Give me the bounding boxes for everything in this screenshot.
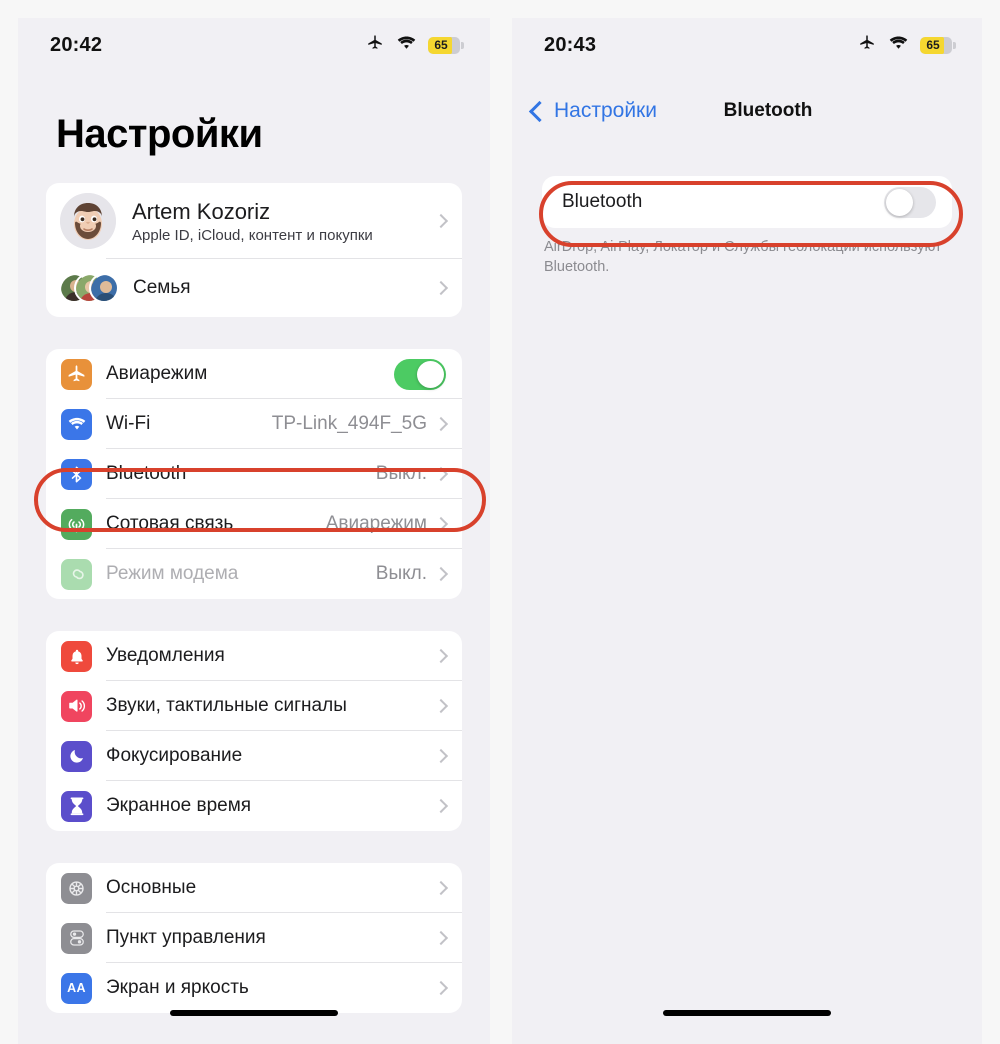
chevron-right-icon [433,213,449,229]
chevron-right-icon [433,280,449,296]
row-general[interactable]: Основные [46,863,462,913]
bluetooth-screen: 20:43 65 Настройки Bluetooth Bluetooth A… [512,18,982,1044]
bluetooth-footnote: AirDrop, AirPlay, Локатор и Службы геоло… [544,239,942,275]
chevron-right-icon [433,748,449,764]
row-label: Основные [106,877,197,898]
row-bluetooth-toggle[interactable]: Bluetooth [542,176,952,228]
bluetooth-group: Bluetooth [542,176,952,228]
row-airplane-mode[interactable]: Авиарежим [46,349,462,399]
dual-screenshot-stage: 20:42 65 Настройки Artem Kozoriz Apple I… [0,0,1000,1044]
chevron-right-icon [433,566,449,582]
row-label: Уведомления [106,645,225,666]
cellular-icon [61,508,92,540]
row-value: Авиарежим [325,513,427,534]
page-title: Настройки [56,112,263,156]
status-time: 20:42 [50,33,103,56]
row-label: Wi-Fi [106,413,151,434]
row-value: Выкл. [375,563,427,584]
chevron-right-icon [433,930,449,946]
row-label: Фокусирование [106,745,243,766]
navigation-bar: Настройки Bluetooth [512,84,982,138]
row-label: Режим модема [106,563,239,584]
home-indicator [663,1010,831,1016]
account-name: Artem Kozoriz [132,198,271,224]
row-wifi[interactable]: Wi-Fi TP-Link_494F_5G [46,399,462,449]
settings-screen: 20:42 65 Настройки Artem Kozoriz Apple I… [18,18,490,1044]
row-control-center[interactable]: Пункт управления [46,913,462,963]
account-group: Artem Kozoriz Apple ID, iCloud, контент … [46,183,462,317]
bluetooth-label: Bluetooth [562,191,643,212]
row-label: Экран и яркость [106,977,249,998]
chevron-right-icon [433,648,449,664]
row-screen-time[interactable]: Экранное время [46,781,462,831]
display-aa-icon: AA [61,972,92,1004]
hotspot-icon [61,558,92,590]
row-focus[interactable]: Фокусирование [46,731,462,781]
status-time: 20:43 [544,33,597,56]
airplane-mode-icon [365,34,385,57]
wifi-icon [396,35,417,56]
status-bar-left: 20:42 65 [18,18,490,64]
control-center-icon [61,922,92,954]
row-label: Сотовая связь [106,513,234,534]
status-indicators: 65 [857,34,956,57]
bluetooth-icon [61,458,92,490]
chevron-right-icon [433,798,449,814]
battery-indicator: 65 [919,36,956,54]
row-personal-hotspot[interactable]: Режим модема Выкл. [46,549,462,599]
row-label: Bluetooth [106,463,187,484]
account-subtitle: Apple ID, iCloud, контент и покупки [132,226,373,244]
notifications-group: Уведомления Звуки, тактильные сигналы Фо… [46,631,462,831]
chevron-right-icon [433,466,449,482]
home-indicator [170,1010,338,1016]
row-label: Авиарежим [106,363,208,384]
wifi-icon [61,408,92,440]
chevron-right-icon [433,416,449,432]
row-sounds-haptics[interactable]: Звуки, тактильные сигналы [46,681,462,731]
airplane-mode-toggle[interactable] [394,358,446,390]
row-value: Выкл. [375,463,427,484]
row-label: Пункт управления [106,927,266,948]
status-bar-right: 20:43 65 [512,18,982,64]
chevron-left-icon [528,100,551,123]
family-label: Семья [133,277,191,298]
chevron-right-icon [433,516,449,532]
row-notifications[interactable]: Уведомления [46,631,462,681]
hourglass-icon [61,790,92,822]
row-label: Звуки, тактильные сигналы [106,695,347,716]
battery-level: 65 [434,38,448,52]
family-avatars [59,260,119,316]
battery-indicator: 65 [427,36,464,54]
chevron-right-icon [433,698,449,714]
bell-icon [61,640,92,672]
row-value: TP-Link_494F_5G [271,413,427,434]
connectivity-group: Авиарежим Wi-Fi TP-Link_494F_5G Bluetoot… [46,349,462,599]
family-row[interactable]: Семья [46,259,462,317]
row-cellular[interactable]: Сотовая связь Авиарежим [46,499,462,549]
back-button[interactable]: Настройки [528,99,657,123]
general-group: Основные Пункт управления AA Экран и ярк… [46,863,462,1013]
back-button-label: Настройки [554,99,657,122]
apple-id-row[interactable]: Artem Kozoriz Apple ID, iCloud, контент … [46,183,462,259]
airplane-mode-icon [857,34,877,57]
gear-icon [61,872,92,904]
moon-icon [61,740,92,772]
row-bluetooth[interactable]: Bluetooth Выкл. [46,449,462,499]
wifi-icon [888,35,909,56]
row-label: Экранное время [106,795,252,816]
status-indicators: 65 [365,34,464,57]
bluetooth-toggle[interactable] [884,186,936,218]
chevron-right-icon [433,980,449,996]
row-display-brightness[interactable]: AA Экран и яркость [46,963,462,1013]
speaker-icon [61,690,92,722]
battery-level: 65 [926,38,940,52]
chevron-right-icon [433,880,449,896]
memoji-avatar [60,193,116,249]
airplane-icon [61,358,92,390]
